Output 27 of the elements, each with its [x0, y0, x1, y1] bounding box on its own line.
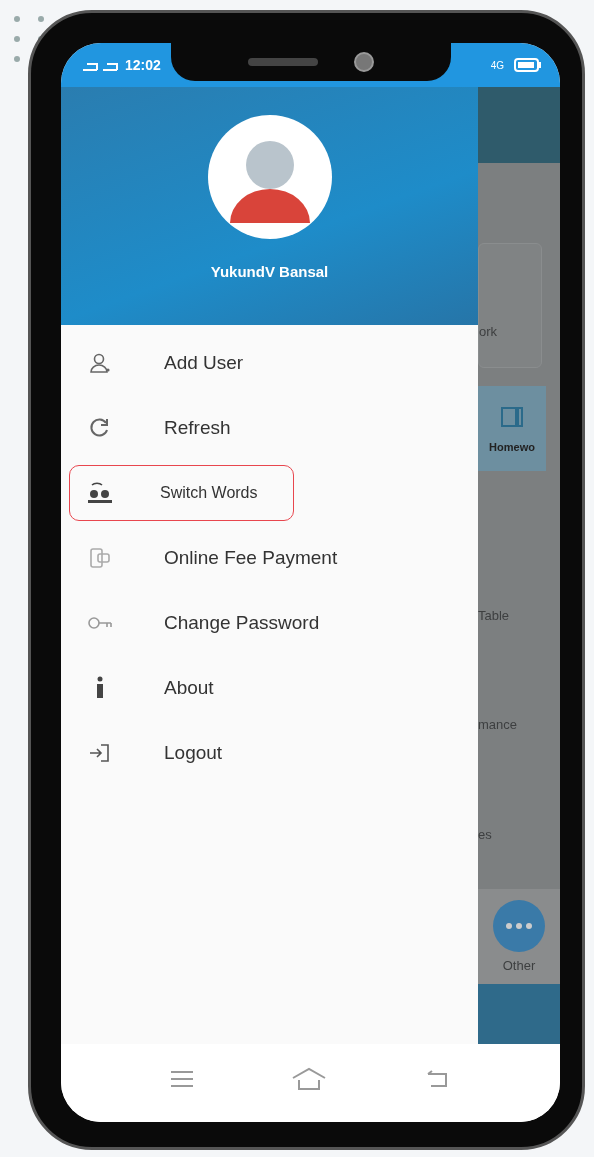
profile-name: YukundV Bansal — [210, 263, 329, 280]
payment-icon — [88, 547, 112, 569]
user-add-icon — [89, 352, 111, 374]
homework-tile: Homewo — [478, 386, 546, 471]
more-icon — [493, 900, 545, 952]
refresh-icon — [89, 417, 111, 439]
feature-label: Other — [502, 958, 536, 973]
info-icon — [94, 676, 106, 700]
menu-item[interactable]: Change Password — [69, 595, 329, 651]
feature-label: es — [478, 826, 493, 842]
menu-item[interactable]: About — [69, 660, 294, 716]
card-label: ork — [479, 324, 498, 339]
network-label: 4G — [490, 59, 504, 71]
logout-icon — [88, 742, 112, 764]
feature-label: Table — [478, 608, 511, 624]
feature-label: mance — [478, 717, 519, 733]
status-time: 12:02 — [125, 57, 161, 73]
battery-icon — [514, 58, 542, 72]
menu-item[interactable]: Online Fee Payment — [69, 530, 347, 586]
key-icon — [87, 614, 113, 632]
menu-icon[interactable] — [169, 1069, 194, 1089]
menu-item[interactable]: Refresh — [69, 400, 294, 456]
menu-item[interactable]: Add User — [69, 335, 294, 391]
home-icon[interactable] — [291, 1067, 328, 1091]
menu-item[interactable]: Logout — [69, 725, 294, 781]
menu-item[interactable]: Switch Words — [69, 465, 294, 521]
people-swap-icon — [86, 481, 114, 505]
